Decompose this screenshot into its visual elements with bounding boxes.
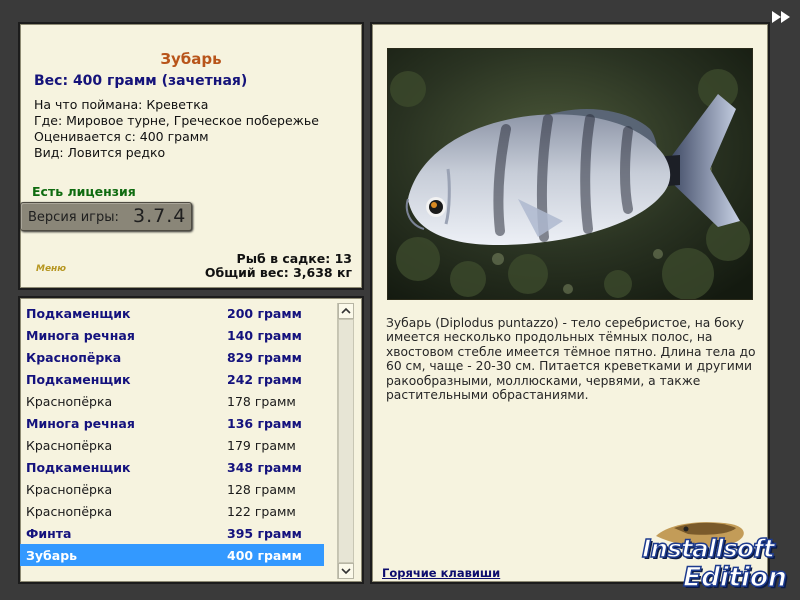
catch-name: Краснопёрка bbox=[26, 350, 122, 365]
version-number: 3.7.4 bbox=[133, 205, 187, 227]
menu-button[interactable]: Меню bbox=[36, 264, 66, 274]
list-scrollbar[interactable] bbox=[337, 303, 354, 579]
catch-name: Минога речная bbox=[26, 416, 135, 431]
catch-weight: 242 грамм bbox=[227, 372, 302, 387]
app-window: Зубарь Вес: 400 грамм (зачетная) На что … bbox=[0, 0, 800, 600]
fish-weight: Вес: 400 грамм (зачетная) bbox=[34, 73, 248, 89]
list-item[interactable]: Зубарь 400 грамм bbox=[20, 544, 324, 566]
list-item[interactable]: Подкаменщик 242 грамм bbox=[20, 368, 324, 390]
list-item[interactable]: Краснопёрка 179 грамм bbox=[20, 434, 324, 456]
version-label: Версия игры: bbox=[28, 210, 119, 225]
catch-weight: 179 грамм bbox=[227, 438, 296, 453]
total-weight: Общий вес: 3,638 кг bbox=[204, 265, 352, 280]
fish-count: Рыб в садке: 13 bbox=[236, 251, 352, 266]
fish-info-panel: Зубарь Вес: 400 грамм (зачетная) На что … bbox=[18, 22, 364, 290]
catch-name: Зубарь bbox=[26, 548, 78, 563]
brand-line-1: Installsoft bbox=[641, 533, 775, 564]
fish-description-panel: Зубарь (Diplodus puntazzo) - тело серебр… bbox=[370, 22, 770, 584]
fish-description: Зубарь (Diplodus puntazzo) - тело серебр… bbox=[386, 316, 756, 403]
list-item[interactable]: Краснопёрка 122 грамм bbox=[20, 500, 324, 522]
catch-list: Подкаменщик 200 грамм Минога речная 140 гр… bbox=[20, 302, 324, 566]
location-line: Где: Мировое турне, Греческое побережье bbox=[34, 113, 319, 128]
catch-weight: 140 грамм bbox=[227, 328, 302, 343]
catch-weight: 395 грамм bbox=[227, 526, 302, 541]
scrollbar-thumb[interactable] bbox=[338, 319, 354, 563]
catch-list-panel: Подкаменщик 200 грамм Минога речная 140 гр… bbox=[18, 296, 364, 584]
catch-weight: 128 грамм bbox=[227, 482, 296, 497]
list-item[interactable]: Подкаменщик 348 грамм bbox=[20, 456, 324, 478]
catch-weight: 178 грамм bbox=[227, 394, 296, 409]
catch-name: Краснопёрка bbox=[26, 394, 113, 409]
catch-weight: 122 грамм bbox=[227, 504, 296, 519]
list-item[interactable]: Краснопёрка 128 грамм bbox=[20, 478, 324, 500]
catch-name: Краснопёрка bbox=[26, 438, 113, 453]
license-status: Есть лицензия bbox=[32, 184, 136, 199]
keepnet-stats: Рыб в садке: 13 Общий вес: 3,638 кг bbox=[205, 252, 352, 280]
catch-name: Минога речная bbox=[26, 328, 135, 343]
brand-line-2: Edition bbox=[682, 561, 787, 594]
catch-name: Подкаменщик bbox=[26, 372, 131, 387]
catch-weight: 200 грамм bbox=[227, 306, 302, 321]
fish-photo bbox=[387, 48, 753, 300]
catch-weight: 348 грамм bbox=[227, 460, 302, 475]
catch-weight: 829 грамм bbox=[227, 350, 302, 365]
list-item[interactable]: Краснопёрка 178 грамм bbox=[20, 390, 324, 412]
catch-name: Подкаменщик bbox=[26, 306, 131, 321]
catch-weight: 136 грамм bbox=[227, 416, 302, 431]
list-item[interactable]: Минога речная 140 грамм bbox=[20, 324, 324, 346]
rarity-line: Вид: Ловится редко bbox=[34, 145, 166, 160]
list-item[interactable]: Краснопёрка 829 грамм bbox=[20, 346, 324, 368]
catch-name: Краснопёрка bbox=[26, 482, 113, 497]
bait-line: На что поймана: Креветка bbox=[34, 97, 209, 112]
list-item[interactable]: Минога речная 136 грамм bbox=[20, 412, 324, 434]
fish-title: Зубарь bbox=[160, 50, 222, 68]
chevron-up-icon[interactable] bbox=[338, 303, 354, 319]
installsoft-logo: Installsoft Edition bbox=[636, 518, 800, 600]
catch-name: Краснопёрка bbox=[26, 504, 113, 519]
version-badge: Версия игры: 3.7.4 bbox=[20, 202, 192, 231]
catch-weight: 400 грамм bbox=[227, 548, 302, 563]
catch-name: Подкаменщик bbox=[26, 460, 131, 475]
catch-name: Финта bbox=[26, 526, 72, 541]
chevron-down-icon[interactable] bbox=[338, 563, 354, 579]
valued-line: Оценивается с: 400 грамм bbox=[34, 129, 209, 144]
hotkeys-link[interactable]: Горячие клавиши bbox=[382, 566, 500, 580]
list-item[interactable]: Подкаменщик 200 грамм bbox=[20, 302, 324, 324]
fast-forward-icon[interactable] bbox=[770, 9, 794, 25]
list-item[interactable]: Финта 395 грамм bbox=[20, 522, 324, 544]
